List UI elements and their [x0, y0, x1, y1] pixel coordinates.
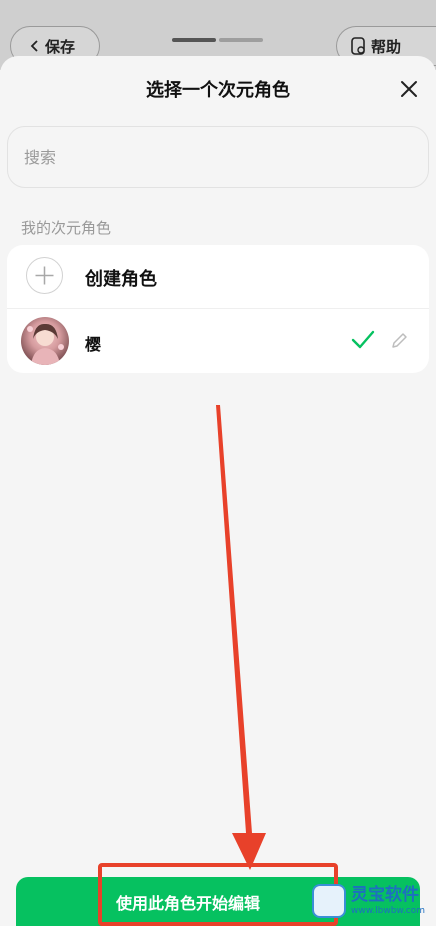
watermark: 灵宝软件 www.lbwbw.com: [308, 876, 436, 926]
character-row[interactable]: 樱: [7, 308, 429, 373]
avatar: [21, 317, 69, 365]
help-label: 帮助: [371, 37, 402, 56]
sheet-title: 选择一个次元角色: [146, 80, 290, 101]
watermark-title: 灵宝软件: [351, 885, 419, 905]
chevron-left-icon: [30, 40, 38, 52]
watermark-url: www.lbwbw.com: [351, 906, 426, 916]
sheet-header: 选择一个次元角色: [0, 56, 436, 120]
search-field[interactable]: [7, 126, 429, 188]
plus-icon: [26, 257, 63, 294]
help-doc-icon: [351, 37, 365, 55]
character-name: 樱: [85, 335, 102, 354]
edit-pencil-icon[interactable]: [389, 331, 409, 351]
character-picker-sheet: 选择一个次元角色 我的次元角色 创建角色 樱: [0, 56, 436, 926]
close-icon[interactable]: [398, 78, 420, 100]
sheet-drag-handle-secondary: [219, 38, 263, 42]
create-character-label: 创建角色: [85, 269, 157, 290]
sheet-drag-handle[interactable]: [172, 38, 216, 42]
watermark-logo: [312, 884, 346, 918]
annotation-highlight-box: [98, 863, 338, 926]
search-input[interactable]: [22, 146, 428, 168]
character-list: 创建角色 樱: [7, 245, 429, 373]
section-label: 我的次元角色: [21, 219, 112, 237]
create-character-row[interactable]: 创建角色: [7, 245, 429, 308]
check-icon: [351, 330, 375, 349]
save-label: 保存: [45, 37, 76, 56]
